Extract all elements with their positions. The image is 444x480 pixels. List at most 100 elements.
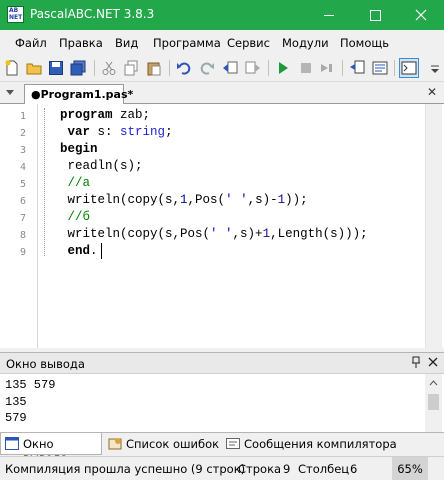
minimize-icon bbox=[324, 15, 334, 16]
pin-icon[interactable] bbox=[411, 356, 421, 371]
editor-vertical-scrollbar[interactable] bbox=[425, 104, 442, 348]
undo-button[interactable] bbox=[174, 58, 194, 78]
step-into-button[interactable] bbox=[347, 58, 367, 78]
tab-label: Сообщения компилятора bbox=[244, 437, 397, 451]
code-line[interactable]: program zab; bbox=[60, 108, 150, 122]
close-button[interactable] bbox=[398, 0, 444, 30]
new-file-button[interactable] bbox=[2, 58, 22, 78]
line-number: 1 bbox=[20, 111, 27, 122]
menu-help[interactable]: Помощь bbox=[340, 36, 389, 50]
menu-edit[interactable]: Правка bbox=[59, 36, 103, 50]
run-icon bbox=[279, 62, 288, 74]
open-folder-icon bbox=[26, 63, 42, 75]
tab-list-dropdown-icon[interactable] bbox=[6, 90, 14, 95]
chevron-down-icon bbox=[431, 65, 439, 73]
toolbar-overflow-button[interactable] bbox=[428, 58, 442, 78]
save-button[interactable] bbox=[46, 58, 66, 78]
open-button[interactable] bbox=[24, 58, 44, 78]
error-list-icon bbox=[108, 438, 122, 450]
toolbar-separator bbox=[94, 60, 95, 76]
window-title: PascalABC.NET 3.8.3 bbox=[30, 7, 155, 21]
output-line: 579 bbox=[5, 411, 27, 425]
toolbar bbox=[0, 54, 444, 82]
navigate-forward-button[interactable] bbox=[243, 58, 263, 78]
save-icon bbox=[49, 61, 63, 75]
save-all-icon bbox=[70, 60, 86, 76]
tab-output-window[interactable]: Окно вывода bbox=[0, 433, 102, 465]
line-number: 7 bbox=[20, 213, 27, 224]
compile-button[interactable] bbox=[370, 58, 390, 78]
menu-view[interactable]: Вид bbox=[115, 36, 138, 50]
navigate-forward-icon bbox=[245, 61, 260, 74]
copy-button[interactable] bbox=[121, 58, 141, 78]
code-line[interactable]: writeln(copy(s,Pos(' ',s)+1,Length(s))); bbox=[60, 227, 368, 241]
row-label: Строка bbox=[238, 462, 282, 476]
compile-icon bbox=[372, 61, 388, 75]
stop-button[interactable] bbox=[296, 58, 316, 78]
redo-button[interactable] bbox=[197, 58, 217, 78]
step-icon bbox=[321, 64, 332, 72]
title-bar: AB NET PascalABC.NET 3.8.3 bbox=[0, 0, 444, 30]
cut-icon bbox=[102, 61, 116, 75]
column-label: Столбец bbox=[298, 462, 350, 476]
scroll-up-icon[interactable] bbox=[425, 376, 442, 390]
menu-bar: Файл Правка Вид Программа Сервис Модули … bbox=[0, 30, 444, 54]
app-icon: AB NET bbox=[7, 6, 24, 23]
redo-icon bbox=[200, 62, 214, 75]
paste-icon bbox=[147, 62, 161, 76]
tab-program1[interactable]: ●Program1.pas* bbox=[24, 84, 133, 105]
line-number: 2 bbox=[20, 128, 27, 139]
navigate-back-icon bbox=[223, 61, 238, 74]
save-all-button[interactable] bbox=[68, 58, 88, 78]
code-line[interactable]: var s: string; bbox=[60, 125, 173, 139]
step-button[interactable] bbox=[317, 58, 337, 78]
close-icon bbox=[415, 9, 427, 21]
status-message: Компиляция прошла успешно (9 строк) bbox=[5, 462, 246, 476]
line-number: 9 bbox=[20, 247, 27, 258]
menu-service[interactable]: Сервис bbox=[227, 36, 270, 50]
output-line: 135 bbox=[5, 395, 27, 409]
output-window-icon bbox=[401, 61, 417, 75]
code-line[interactable]: //а bbox=[60, 176, 91, 190]
output-window-icon bbox=[5, 437, 19, 450]
text-caret bbox=[101, 243, 102, 259]
toolbar-separator bbox=[169, 60, 170, 76]
toolbar-separator bbox=[342, 60, 343, 76]
fold-guide bbox=[44, 108, 45, 256]
menu-file[interactable]: Файл bbox=[15, 36, 47, 50]
toolbar-separator bbox=[394, 60, 395, 76]
code-line[interactable]: writeln(copy(s,1,Pos(' ',s)-1)); bbox=[60, 193, 308, 207]
code-line[interactable]: readln(s); bbox=[60, 159, 143, 173]
code-line[interactable]: begin bbox=[60, 142, 98, 156]
toolbar-separator bbox=[268, 60, 269, 76]
tab-error-list[interactable]: Список ошибок bbox=[104, 433, 223, 455]
run-button[interactable] bbox=[273, 58, 293, 78]
close-output-icon[interactable] bbox=[428, 356, 438, 370]
code-editor[interactable]: 1 2 3 4 5 6 7 8 9 program zab; var s: st… bbox=[0, 104, 444, 348]
output-window-button[interactable] bbox=[399, 58, 419, 78]
line-number: 6 bbox=[20, 196, 27, 207]
maximize-button[interactable] bbox=[352, 0, 398, 30]
tab-compiler-messages[interactable]: Сообщения компилятора bbox=[222, 433, 401, 455]
line-number: 5 bbox=[20, 179, 27, 190]
menu-modules[interactable]: Модули bbox=[282, 36, 329, 50]
status-bar: Компиляция прошла успешно (9 строк) Стро… bbox=[0, 456, 444, 480]
compiler-messages-icon bbox=[226, 438, 240, 449]
close-tab-icon[interactable]: ✕ bbox=[427, 85, 437, 99]
editor-tab-strip: ●Program1.pas* ✕ bbox=[0, 82, 444, 105]
menu-program[interactable]: Программа bbox=[153, 36, 221, 50]
output-text-area[interactable]: 135 579 135 579 bbox=[0, 374, 444, 432]
code-line[interactable]: //б bbox=[60, 210, 91, 224]
line-number-gutter: 1 2 3 4 5 6 7 8 9 bbox=[0, 104, 38, 348]
navigate-back-button[interactable] bbox=[220, 58, 240, 78]
code-line[interactable]: end. bbox=[60, 244, 98, 258]
paste-button[interactable] bbox=[144, 58, 164, 78]
minimize-button[interactable] bbox=[306, 0, 352, 30]
zoom-level[interactable]: 65% bbox=[392, 457, 428, 480]
output-line: 135 579 bbox=[5, 378, 56, 392]
maximize-icon bbox=[369, 9, 381, 21]
step-into-icon bbox=[350, 60, 365, 74]
column-value: 6 bbox=[350, 462, 358, 476]
output-scrollbar-thumb[interactable] bbox=[428, 394, 439, 410]
cut-button[interactable] bbox=[99, 58, 119, 78]
